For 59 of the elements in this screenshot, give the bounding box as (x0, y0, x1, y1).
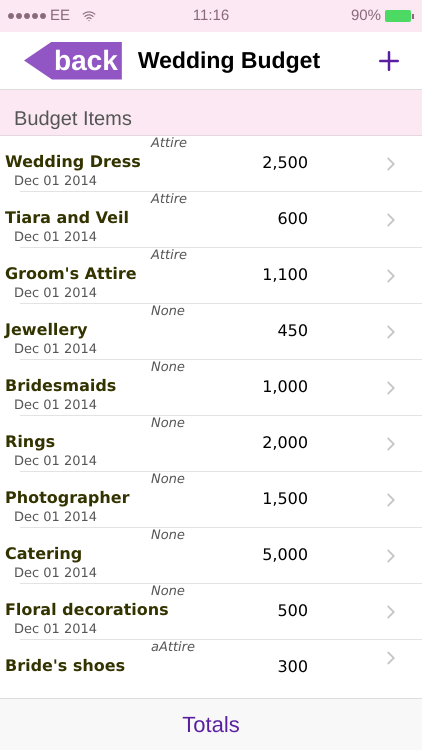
item-amount: 1,000 (262, 376, 308, 398)
item-amount: 2,000 (262, 432, 308, 454)
budget-item-row[interactable]: None Bridesmaids Dec 01 2014 1,000 (0, 360, 422, 416)
category-label: None (151, 528, 185, 544)
item-date: Dec 01 2014 (13, 509, 98, 527)
item-name: Catering (4, 544, 82, 564)
item-amount: 1,100 (262, 264, 308, 286)
item-date: Dec 01 2014 (13, 229, 98, 247)
item-name: Rings (4, 432, 56, 452)
category-label: None (151, 416, 185, 432)
clock-time: 11:16 (192, 6, 230, 26)
section-header: Budget Items (14, 107, 132, 132)
item-date: Dec 01 2014 (13, 285, 98, 303)
item-date: Dec 01 2014 (13, 397, 98, 415)
item-amount: 1,500 (262, 488, 308, 510)
item-amount: 300 (277, 656, 308, 678)
totals-button[interactable]: Totals (182, 708, 240, 741)
item-name: Groom's Attire (4, 264, 137, 284)
wifi-icon (82, 9, 96, 23)
category-label: None (151, 584, 185, 600)
item-name: Bride's shoes (4, 656, 126, 676)
budget-item-row[interactable]: None Catering Dec 01 2014 5,000 (0, 528, 422, 584)
category-label: Attire (151, 192, 188, 208)
budget-item-row[interactable]: Attire Groom's Attire Dec 01 2014 1,100 (0, 248, 422, 304)
item-name: Tiara and Veil (4, 208, 129, 228)
back-button[interactable]: back (24, 42, 122, 80)
category-label: Attire (151, 136, 188, 152)
item-date: Dec 01 2014 (13, 453, 98, 471)
page-title: Wedding Budget (138, 46, 322, 76)
item-name: Bridesmaids (4, 376, 116, 396)
item-amount: 2,500 (262, 152, 308, 174)
item-amount: 600 (277, 208, 308, 230)
signal-icon (8, 13, 46, 19)
budget-item-row[interactable]: Attire Wedding Dress Dec 01 2014 2,500 (0, 136, 422, 192)
category-label: aAttire (151, 640, 196, 656)
budget-item-row[interactable]: aAttire Bride's shoes 300 (0, 640, 422, 676)
category-label: None (151, 472, 185, 488)
budget-item-row[interactable]: None Floral decorations Dec 01 2014 500 (0, 584, 422, 640)
item-date: Dec 01 2014 (13, 173, 98, 191)
item-name: Photographer (4, 488, 130, 508)
item-date: Dec 01 2014 (13, 621, 98, 639)
battery-icon (385, 10, 414, 22)
item-amount: 450 (277, 320, 308, 342)
item-amount: 500 (277, 600, 308, 622)
battery-percent: 90% (350, 6, 381, 26)
item-name: Floral decorations (4, 600, 169, 620)
category-label: None (151, 360, 185, 376)
category-label: None (151, 304, 185, 320)
budget-item-row[interactable]: None Jewellery Dec 01 2014 450 (0, 304, 422, 360)
category-label: Attire (151, 248, 188, 264)
budget-item-row[interactable]: None Photographer Dec 01 2014 1,500 (0, 472, 422, 528)
item-date: Dec 01 2014 (13, 341, 98, 359)
item-amount: 5,000 (262, 544, 308, 566)
item-date: Dec 01 2014 (13, 565, 98, 583)
item-name: Jewellery (3, 320, 88, 340)
budget-item-row[interactable]: None Rings Dec 01 2014 2,000 (0, 416, 422, 472)
budget-item-row[interactable]: Attire Tiara and Veil Dec 01 2014 600 (0, 192, 422, 248)
carrier-name: EE (50, 6, 70, 26)
item-name: Wedding Dress (4, 152, 141, 172)
